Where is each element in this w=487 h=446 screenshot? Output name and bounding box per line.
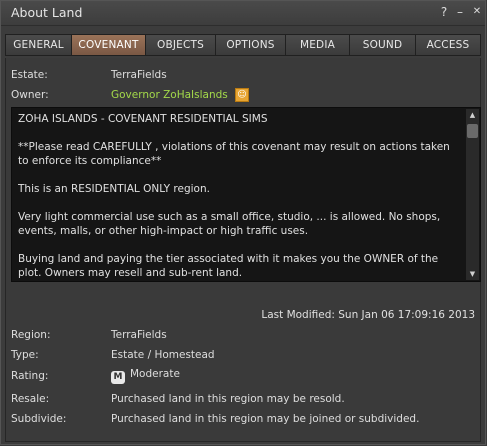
scroll-up-icon[interactable]: ▲: [467, 110, 478, 120]
covenant-paragraph: Very light commercial use such as a smal…: [18, 211, 441, 237]
window-title: About Land: [11, 5, 83, 20]
rating-value-row: M Moderate: [111, 368, 180, 384]
resale-label: Resale:: [11, 393, 50, 405]
about-land-window: About Land ? – ✕ GENERAL COVENANT OBJECT…: [0, 0, 486, 445]
profile-icon[interactable]: ☺: [235, 88, 249, 102]
tab-general[interactable]: GENERAL: [5, 34, 71, 56]
covenant-panel: Estate: TerraFields Owner: Governor ZoHa…: [5, 58, 481, 442]
rating-label: Rating:: [11, 370, 49, 382]
tab-bar: GENERAL COVENANT OBJECTS OPTIONS MEDIA S…: [5, 34, 481, 58]
last-modified: Last Modified: Sun Jan 06 17:09:16 2013: [261, 309, 475, 321]
tab-media[interactable]: MEDIA: [285, 34, 349, 56]
estate-label: Estate:: [11, 69, 48, 81]
region-label: Region:: [11, 329, 51, 341]
covenant-scrollbar[interactable]: ▲ ▼: [466, 109, 479, 280]
title-bar[interactable]: About Land ? – ✕: [1, 1, 485, 26]
rating-moderate-icon: M: [111, 371, 125, 384]
minimize-button[interactable]: –: [453, 5, 467, 19]
tab-sound[interactable]: SOUND: [349, 34, 415, 56]
rating-value: Moderate: [130, 368, 180, 380]
tab-access[interactable]: ACCESS: [415, 34, 481, 56]
close-button[interactable]: ✕: [470, 5, 484, 19]
owner-link[interactable]: Governor ZoHaIslands: [111, 89, 228, 101]
covenant-paragraph: This is an RESIDENTIAL ONLY region.: [18, 183, 210, 195]
scroll-thumb[interactable]: [467, 124, 478, 138]
owner-label: Owner:: [11, 89, 49, 101]
covenant-text-box[interactable]: ZOHA ISLANDS - COVENANT RESIDENTIAL SIMS…: [11, 107, 481, 282]
tab-objects[interactable]: OBJECTS: [145, 34, 215, 56]
covenant-paragraph: ZOHA ISLANDS - COVENANT RESIDENTIAL SIMS: [18, 113, 268, 125]
scroll-down-icon[interactable]: ▼: [467, 269, 478, 279]
tab-covenant[interactable]: COVENANT: [71, 34, 145, 56]
tab-options[interactable]: OPTIONS: [215, 34, 285, 56]
type-label: Type:: [11, 349, 39, 361]
region-value: TerraFields: [111, 329, 167, 341]
subdivide-label: Subdivide:: [11, 413, 67, 425]
resale-value: Purchased land in this region may be res…: [111, 393, 345, 405]
help-button[interactable]: ?: [437, 5, 451, 19]
estate-value: TerraFields: [111, 69, 167, 81]
type-value: Estate / Homestead: [111, 349, 215, 361]
covenant-paragraph: Buying land and paying the tier associat…: [18, 253, 439, 278]
subdivide-value: Purchased land in this region may be joi…: [111, 413, 420, 425]
covenant-text: ZOHA ISLANDS - COVENANT RESIDENTIAL SIMS…: [18, 112, 458, 278]
covenant-paragraph: **Please read CAREFULLY , violations of …: [18, 141, 450, 167]
